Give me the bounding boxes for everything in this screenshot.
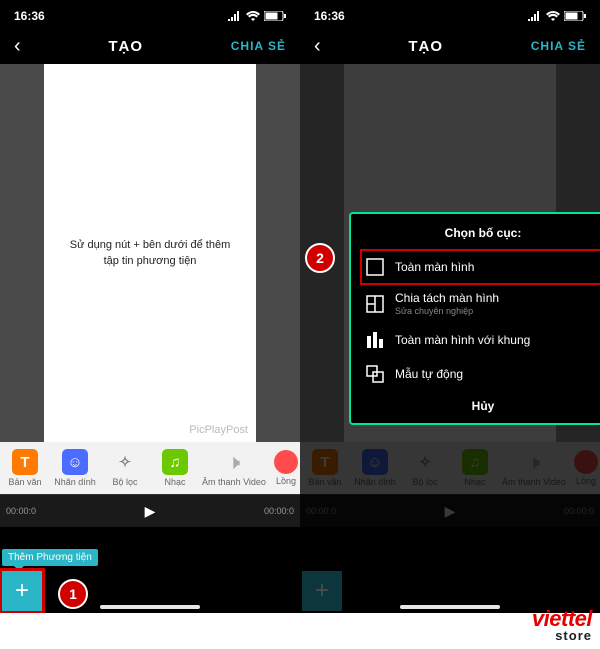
status-indicators	[228, 11, 286, 21]
stage: 16:36 ‹ TẠO CHIA SẺ Sử dụng nút + bên dư…	[0, 0, 600, 649]
signal-icon	[228, 11, 242, 21]
layout-popup: Chọn bố cục: Toàn màn hình Chia tách màn…	[349, 212, 600, 425]
step-badge-2: 2	[305, 243, 335, 273]
layout-option-auto[interactable]: Mẫu tự động	[361, 357, 600, 391]
wifi-icon	[546, 11, 560, 21]
signal-icon	[528, 11, 542, 21]
fullscreen-icon	[365, 257, 385, 277]
canvas-page[interactable]: Sử dụng nút + bên dưới để thêm tập tin p…	[44, 64, 256, 442]
back-button[interactable]: ‹	[14, 36, 21, 56]
battery-icon	[564, 11, 586, 21]
step-badge-1: 1	[58, 579, 88, 609]
tool-filter[interactable]: ✧Bộ lọc	[100, 449, 150, 487]
split-icon	[365, 294, 385, 314]
phone-screenshot-left: 16:36 ‹ TẠO CHIA SẺ Sử dụng nút + bên dư…	[0, 0, 300, 613]
add-media-button[interactable]: +	[2, 571, 42, 611]
phone-screenshot-right: 16:36 ‹ TẠO CHIA SẺ TBản văn ☺Nhãn dính …	[300, 0, 600, 613]
status-bar: 16:36	[0, 0, 300, 28]
nav-title: TẠO	[408, 38, 443, 55]
layout-option-split[interactable]: Chia tách màn hìnhSửa chuyên nghiệp	[361, 284, 600, 323]
tool-more[interactable]: Lồng	[268, 450, 300, 486]
layout-option-frame[interactable]: Toàn màn hình với khung	[361, 323, 600, 357]
brand-logo: viettel store	[532, 606, 592, 643]
back-button[interactable]: ‹	[314, 36, 321, 56]
canvas-placeholder: Sử dụng nút + bên dưới để thêm tập tin p…	[44, 237, 256, 270]
nav-bar: ‹ TẠO CHIA SẺ	[0, 28, 300, 64]
auto-template-icon	[365, 364, 385, 384]
timeline-start: 00:00:0	[6, 506, 36, 516]
play-button[interactable]: ▶	[145, 503, 156, 520]
battery-icon	[264, 11, 286, 21]
popup-cancel[interactable]: Hủy	[361, 391, 600, 417]
status-time: 16:36	[14, 9, 45, 23]
add-media-hint: Thêm Phương tiện	[2, 549, 98, 566]
tool-sticker[interactable]: ☺Nhãn dính	[50, 449, 100, 487]
wifi-icon	[246, 11, 260, 21]
status-bar: 16:36	[300, 0, 600, 28]
share-button[interactable]: CHIA SẺ	[231, 39, 286, 53]
toolbar: TBản văn ☺Nhãn dính ✧Bộ lọc ♫Nhạc 🕨Âm th…	[0, 442, 300, 494]
canvas-area: Sử dụng nút + bên dưới để thêm tập tin p…	[0, 64, 300, 442]
status-time: 16:36	[314, 9, 345, 23]
layout-option-fullscreen[interactable]: Toàn màn hình	[361, 250, 600, 284]
share-button[interactable]: CHIA SẺ	[531, 39, 586, 53]
track-area: Thêm Phương tiện + 1	[0, 527, 300, 613]
popup-title: Chọn bố cục:	[361, 226, 600, 240]
status-indicators	[528, 11, 586, 21]
timeline-end: 00:00:0	[264, 506, 294, 516]
home-indicator	[100, 605, 200, 609]
nav-title: TẠO	[108, 38, 143, 55]
timeline-bar: 00:00:0 ▶ 00:00:0	[0, 494, 300, 527]
watermark: PicPlayPost	[189, 424, 248, 436]
nav-bar: ‹ TẠO CHIA SẺ	[300, 28, 600, 64]
frame-icon	[365, 330, 385, 350]
tool-voice[interactable]: 🕨Âm thanh Video	[200, 449, 268, 487]
tool-music[interactable]: ♫Nhạc	[150, 449, 200, 487]
tool-text[interactable]: TBản văn	[0, 449, 50, 487]
home-indicator	[400, 605, 500, 609]
